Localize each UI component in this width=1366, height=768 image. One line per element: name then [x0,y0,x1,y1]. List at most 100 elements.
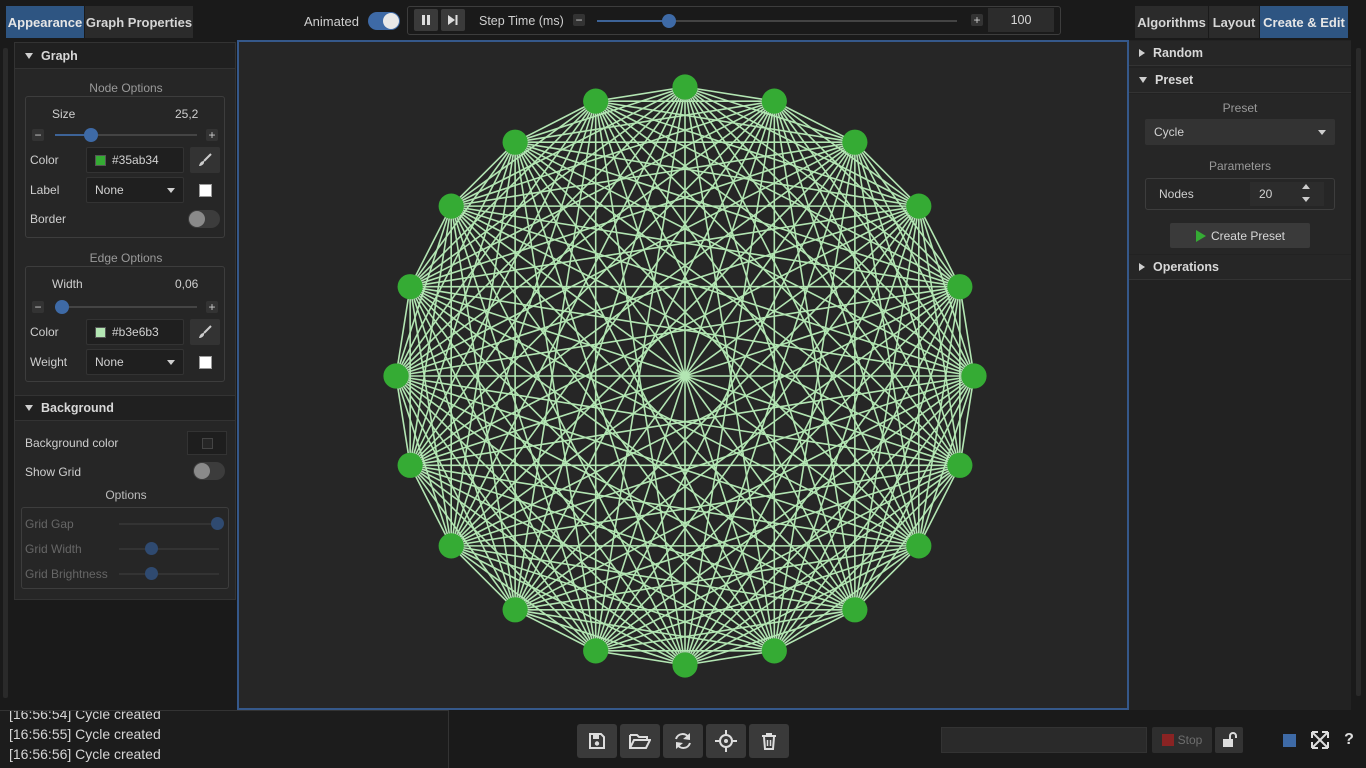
lock-button[interactable] [1215,727,1243,753]
bg-color-button[interactable] [187,431,227,455]
graph-edge[interactable] [409,141,516,466]
brush-icon [199,153,212,166]
grid-gap-knob[interactable] [211,517,224,530]
step-time-value[interactable]: 100 [988,8,1054,32]
graph-node[interactable] [842,129,868,155]
graph-node[interactable] [947,452,973,478]
bg-color-label: Background color [25,436,119,450]
node-color-field[interactable]: #35ab34 [86,147,184,173]
preset-dropdown[interactable]: Cycle [1145,119,1335,145]
operations-section-header[interactable]: Operations [1129,255,1351,280]
grid-brightness-slider[interactable] [119,573,219,575]
graph-node[interactable] [502,129,528,155]
graph-edge[interactable] [514,141,920,547]
left-scrollbar[interactable] [3,48,8,698]
step-time-slider-knob[interactable] [662,14,676,28]
nodes-spinbox[interactable]: 20 [1250,182,1324,206]
open-button[interactable] [620,724,660,758]
edge-weight-checkbox[interactable] [199,356,212,369]
graph-node[interactable] [672,652,698,678]
progress-bar [941,727,1147,753]
graph-node[interactable] [906,193,932,219]
random-section-header[interactable]: Random [1129,41,1351,66]
preset-section-header[interactable]: Preset [1129,68,1351,93]
graph-edge[interactable] [595,100,920,207]
graph-edge[interactable] [684,86,975,377]
background-section-header[interactable]: Background [15,395,235,421]
create-preset-button[interactable]: Create Preset [1170,223,1310,248]
width-slider-track[interactable] [55,306,197,308]
graph-node[interactable] [583,88,609,114]
edge-color-picker-button[interactable] [190,319,220,345]
graph-edge[interactable] [595,100,961,466]
size-slider-knob[interactable] [83,128,98,142]
graph-edge[interactable] [684,375,975,666]
graph-node[interactable] [502,597,528,623]
graph-node[interactable] [947,274,973,300]
grid-width-knob[interactable] [145,542,158,555]
tab-create-edit-label: Create & Edit [1263,14,1345,30]
grid-brightness-knob[interactable] [145,567,158,580]
center-view-button[interactable] [706,724,746,758]
width-plus-button[interactable]: + [206,301,218,313]
graph-node[interactable] [906,533,932,559]
node-color-picker-button[interactable] [190,147,220,173]
theme-button[interactable] [1275,727,1303,753]
graph-node[interactable] [672,74,698,100]
graph-node[interactable] [397,274,423,300]
size-plus-button[interactable]: + [206,129,218,141]
tab-appearance[interactable]: Appearance [6,6,84,38]
node-label-checkbox[interactable] [199,184,212,197]
node-label-dropdown[interactable]: None [86,177,184,203]
graph-edge[interactable] [395,100,597,377]
graph-node[interactable] [583,638,609,664]
graph-canvas[interactable] [237,40,1129,710]
graph-node[interactable] [438,533,464,559]
tab-layout[interactable]: Layout [1209,6,1259,38]
graph-section-header[interactable]: Graph [15,43,235,69]
edge-color-field[interactable]: #b3e6b3 [86,319,184,345]
grid-width-slider[interactable] [119,548,219,550]
save-button[interactable] [577,724,617,758]
graph-node[interactable] [761,638,787,664]
fullscreen-button[interactable] [1306,727,1334,753]
delete-button[interactable] [749,724,789,758]
size-minus-button[interactable]: − [32,129,44,141]
tab-algorithms[interactable]: Algorithms [1135,6,1208,38]
graph-edge[interactable] [514,141,686,666]
spin-down-icon[interactable] [1302,197,1310,202]
create-preset-label: Create Preset [1210,228,1286,243]
graph-node[interactable] [842,597,868,623]
grid-brightness-label: Grid Brightness [25,567,108,581]
right-scrollbar[interactable] [1356,48,1361,696]
width-minus-button[interactable]: − [32,301,44,313]
graph-node[interactable] [383,363,409,389]
pause-icon [422,15,430,25]
border-toggle[interactable] [188,210,220,228]
graph-edge[interactable] [409,286,775,652]
graph-node[interactable] [961,363,987,389]
tab-graph-properties[interactable]: Graph Properties [85,6,193,38]
animated-toggle[interactable] [368,12,400,30]
step-time-minus-button[interactable]: − [573,14,585,26]
graph-edge[interactable] [395,86,686,377]
graph-node[interactable] [761,88,787,114]
edge-weight-dropdown[interactable]: None [86,349,184,375]
width-slider-knob[interactable] [55,300,70,314]
step-time-plus-button[interactable]: + [971,14,983,26]
show-grid-toggle[interactable] [193,462,225,480]
tab-create-edit[interactable]: Create & Edit [1260,6,1348,38]
graph-drawing[interactable] [239,42,1127,708]
pause-button[interactable] [414,9,438,31]
spin-up-icon[interactable] [1302,184,1310,189]
grid-gap-slider[interactable] [119,523,219,525]
graph-edge[interactable] [594,101,686,666]
stop-button[interactable]: Stop [1152,727,1212,753]
width-value: 0,06 [175,277,199,291]
step-button[interactable] [441,9,465,31]
refresh-button[interactable] [663,724,703,758]
graph-edge[interactable] [395,375,686,666]
graph-node[interactable] [438,193,464,219]
help-button[interactable]: ? [1337,727,1361,753]
graph-node[interactable] [397,452,423,478]
